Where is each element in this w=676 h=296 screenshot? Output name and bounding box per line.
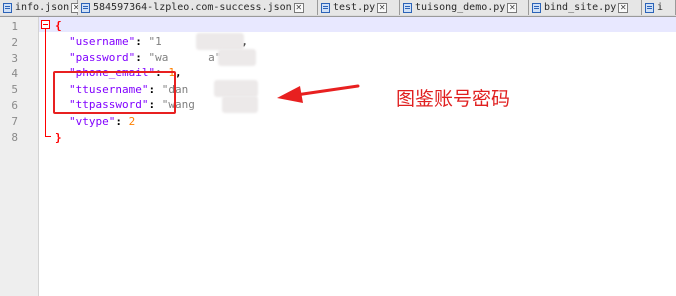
arrow-icon [277, 84, 360, 103]
annotation-note: 图鉴账号密码 [396, 88, 511, 110]
